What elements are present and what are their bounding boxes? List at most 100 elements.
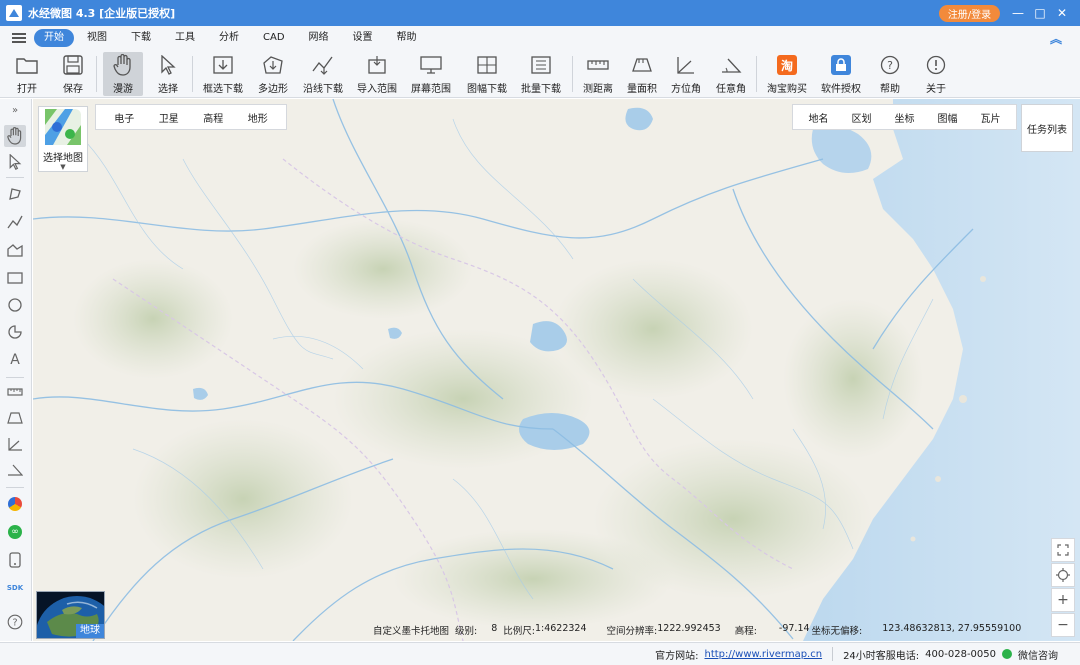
polygon-download-icon bbox=[262, 54, 284, 76]
area-tool-icon[interactable] bbox=[4, 239, 26, 261]
elevation-value: -97.14 bbox=[778, 623, 810, 634]
ruler-icon bbox=[587, 54, 609, 76]
wechat-consult-link[interactable]: 微信咨询 bbox=[1018, 647, 1058, 662]
overlay-tab-divisions[interactable]: 区划 bbox=[852, 110, 872, 125]
website-label: 官方网站: bbox=[655, 650, 699, 662]
import-range-icon bbox=[366, 54, 388, 76]
overlay-tab-sheets[interactable]: 图幅 bbox=[938, 110, 958, 125]
batch-download-label: 批量下载 bbox=[521, 84, 561, 95]
help-circle-icon: ? bbox=[879, 54, 901, 76]
polyline-tool-icon[interactable] bbox=[4, 211, 26, 233]
text-tool-icon[interactable]: A bbox=[4, 349, 26, 371]
layer-tab-electronic[interactable]: 电子 bbox=[114, 110, 134, 125]
screen-range-button[interactable]: 屏幕范围 bbox=[408, 52, 454, 96]
map-layers-icon bbox=[45, 109, 81, 145]
phone-label: 24小时客服电话: bbox=[843, 650, 920, 662]
open-button[interactable]: 打开 bbox=[10, 52, 44, 96]
earth-view-button[interactable]: 地球 bbox=[36, 591, 105, 639]
layer-tab-terrain[interactable]: 地形 bbox=[248, 110, 268, 125]
minimize-button[interactable]: — bbox=[1007, 3, 1029, 23]
marker-tool-icon[interactable] bbox=[4, 183, 26, 205]
layer-color-icon[interactable] bbox=[4, 493, 26, 515]
azimuth-button[interactable]: 方位角 bbox=[668, 52, 704, 96]
sdk-icon[interactable]: SDK bbox=[4, 577, 26, 599]
maximize-button[interactable]: □ bbox=[1029, 3, 1051, 23]
svg-text:?: ? bbox=[887, 59, 893, 72]
area-measure-tool-icon[interactable] bbox=[4, 407, 26, 429]
overlay-tabs: 地名 区划 坐标 图幅 瓦片 bbox=[792, 104, 1017, 130]
ruler-tool-icon[interactable] bbox=[4, 381, 26, 403]
menu-start[interactable]: 开始 bbox=[34, 29, 74, 47]
polygon-button[interactable]: 多边形 bbox=[254, 52, 292, 96]
menu-download[interactable]: 下载 bbox=[120, 29, 162, 47]
import-range-button[interactable]: 导入范围 bbox=[354, 52, 400, 96]
menu-help[interactable]: 帮助 bbox=[386, 29, 428, 47]
measure-distance-button[interactable]: 测距离 bbox=[580, 52, 616, 96]
map-type-label: 选择地图 bbox=[43, 153, 83, 164]
hand-icon bbox=[112, 54, 134, 76]
menu-tools[interactable]: 工具 bbox=[164, 29, 206, 47]
locate-icon[interactable] bbox=[1051, 563, 1075, 587]
link-icon[interactable]: ∞ bbox=[4, 521, 26, 543]
close-button[interactable]: ✕ bbox=[1051, 3, 1073, 23]
hamburger-menu-icon[interactable] bbox=[12, 33, 26, 43]
hand-tool-icon[interactable] bbox=[4, 125, 26, 147]
sheet-download-button[interactable]: 图幅下载 bbox=[462, 52, 512, 96]
rectangle-tool-icon[interactable] bbox=[4, 267, 26, 289]
window-title: 水经微图 4.3 [企业版已授权] bbox=[28, 7, 176, 20]
menu-settings[interactable]: 设置 bbox=[342, 29, 384, 47]
menu-cad[interactable]: CAD bbox=[252, 29, 296, 47]
license-button[interactable]: 软件授权 bbox=[818, 52, 864, 96]
map-type-selector[interactable]: 选择地图 ▼ bbox=[38, 106, 88, 172]
zoom-in-button[interactable]: + bbox=[1051, 588, 1075, 612]
task-list-button[interactable]: 任务列表 bbox=[1021, 104, 1073, 152]
save-button[interactable]: 保存 bbox=[56, 52, 90, 96]
phone-number: 400-028-0050 bbox=[925, 648, 996, 660]
fullscreen-icon[interactable] bbox=[1051, 538, 1075, 562]
angle-tool-icon[interactable] bbox=[4, 459, 26, 481]
level-value: 8 bbox=[491, 623, 498, 634]
taobao-label: 淘宝购买 bbox=[767, 84, 807, 95]
batch-download-button[interactable]: 批量下载 bbox=[518, 52, 564, 96]
folder-icon bbox=[16, 54, 38, 76]
help-button[interactable]: ? 帮助 bbox=[872, 52, 908, 96]
menu-analysis[interactable]: 分析 bbox=[208, 29, 250, 47]
cursor-icon bbox=[157, 54, 179, 76]
select-button[interactable]: 选择 bbox=[150, 52, 186, 96]
layer-tab-elevation[interactable]: 高程 bbox=[203, 110, 223, 125]
help-tool-icon[interactable]: ? bbox=[4, 611, 26, 633]
save-icon bbox=[62, 54, 84, 76]
azimuth-tool-icon[interactable] bbox=[4, 433, 26, 455]
left-toolbar: » A ∞ SDK ? bbox=[0, 99, 32, 641]
menu-view[interactable]: 视图 bbox=[76, 29, 118, 47]
collapse-ribbon-icon[interactable]: ︽ bbox=[1050, 30, 1062, 47]
svg-text:?: ? bbox=[12, 618, 17, 629]
taobao-buy-button[interactable]: 淘 淘宝购买 bbox=[764, 52, 810, 96]
info-circle-icon bbox=[925, 54, 947, 76]
overlay-tab-placenames[interactable]: 地名 bbox=[809, 110, 829, 125]
box-download-button[interactable]: 框选下载 bbox=[200, 52, 246, 96]
about-button[interactable]: 关于 bbox=[918, 52, 954, 96]
menu-network[interactable]: 网络 bbox=[298, 29, 340, 47]
zoom-out-button[interactable]: − bbox=[1051, 613, 1075, 637]
grid-sheet-icon bbox=[476, 54, 498, 76]
phone-icon[interactable] bbox=[4, 549, 26, 571]
any-angle-button[interactable]: 任意角 bbox=[712, 52, 750, 96]
overlay-tab-tiles[interactable]: 瓦片 bbox=[981, 110, 1001, 125]
pan-button[interactable]: 漫游 bbox=[103, 52, 143, 96]
website-link[interactable]: http://www.rivermap.cn bbox=[705, 649, 823, 660]
sector-tool-icon[interactable] bbox=[4, 321, 26, 343]
measure-area-button[interactable]: 量面积 bbox=[624, 52, 660, 96]
register-login-button[interactable]: 注册/登录 bbox=[939, 5, 1000, 22]
monitor-icon bbox=[420, 54, 442, 76]
scale-value: 1:4622324 bbox=[534, 623, 587, 634]
box-download-icon bbox=[212, 54, 234, 76]
overlay-tab-coordinates[interactable]: 坐标 bbox=[895, 110, 915, 125]
layer-tab-satellite[interactable]: 卫星 bbox=[159, 110, 179, 125]
circle-tool-icon[interactable] bbox=[4, 294, 26, 316]
line-download-button[interactable]: 沿线下载 bbox=[300, 52, 346, 96]
expand-panel-icon[interactable]: » bbox=[4, 102, 26, 118]
wechat-icon[interactable] bbox=[1002, 649, 1012, 659]
map-canvas[interactable]: 选择地图 ▼ 电子 卫星 高程 地形 地名 区划 坐标 图幅 瓦片 任务列表 +… bbox=[33, 99, 1080, 641]
pointer-tool-icon[interactable] bbox=[4, 151, 26, 173]
